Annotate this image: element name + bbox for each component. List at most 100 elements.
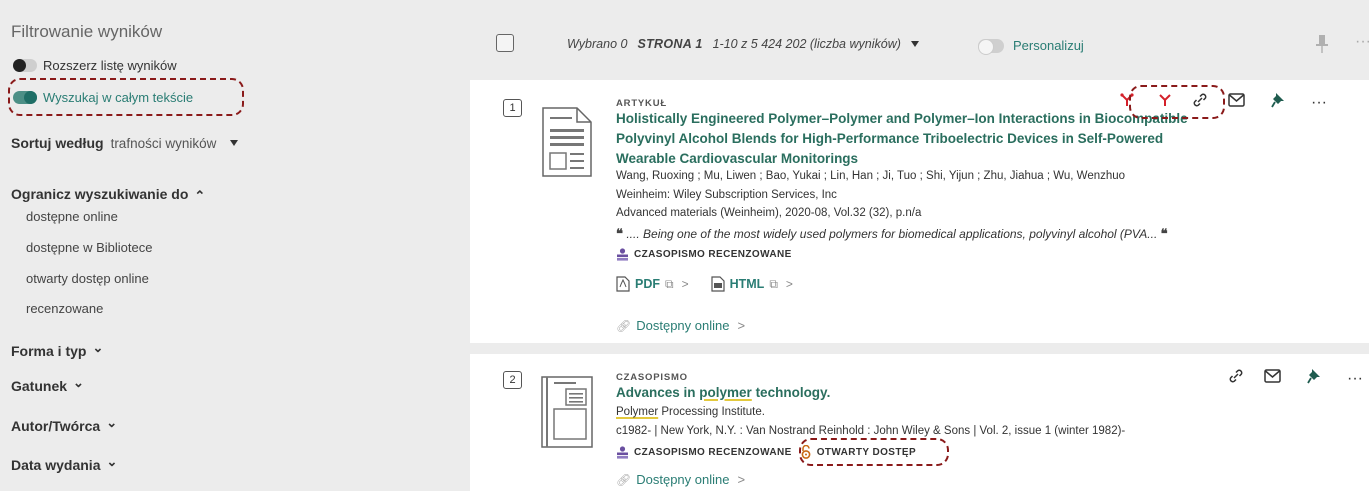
sort-value[interactable]: trafności wyników [111,136,217,151]
toggle-switch-on[interactable] [13,91,37,104]
peer-reviewed-label: CZASOPISMO RECENZOWANE [634,249,792,260]
limit-search-label: Ogranicz wyszukiwanie do [11,185,189,202]
pin-record-icon[interactable] [1271,92,1285,113]
open-access-label: OTWARTY DOSTĘP [816,446,917,458]
link-icon: 🔗︎ [616,472,632,487]
chevron-right-icon: > [785,277,793,291]
section-form-type[interactable]: Forma i typ ⌄ [11,340,103,359]
result-title-line[interactable]: Polyvinyl Alcohol Blends for High-Perfor… [616,129,1188,149]
chevron-down-icon: ⌄ [73,375,84,390]
section-author[interactable]: Autor/Twórca ⌄ [11,415,117,434]
chevron-right-icon: > [737,472,746,487]
result-card[interactable]: 2 CZASOPISMO Advances in polymer technol… [470,354,1369,491]
personalize-switch[interactable] [978,38,1004,55]
result-title[interactable]: Advances in polymer technology. [616,383,830,403]
badges-row: CZASOPISMO RECENZOWANE OTWARTY DOSTĘP [616,445,916,459]
result-title-line[interactable]: Holistically Engineered Polymer–Polymer … [616,109,1188,129]
available-online-label[interactable]: Dostępny online [636,318,729,333]
email-icon[interactable] [1228,93,1245,112]
result-title-line[interactable]: Wearable Cardiovascular Monitorings [616,149,1188,169]
fulltext-links: PDF ⧉ > HTML ⧉ > [616,276,815,292]
pin-icon[interactable] [1316,35,1328,58]
result-actions: ··· [1228,368,1363,389]
expand-results-toggle[interactable]: Rozszerz listę wyników [13,58,177,73]
sort-dropdown-caret-icon[interactable] [230,140,239,146]
more-options-icon[interactable]: ··· [1311,94,1327,112]
quote-open-icon: ❝ [616,226,623,241]
open-access-badge: OTWARTY DOSTĘP [800,445,916,459]
pdf-icon [616,276,630,292]
fulltext-search-toggle[interactable]: Wyszukaj w całym tekście [13,90,193,105]
selected-count: Wybrano 0 [567,37,628,51]
result-publisher: Weinheim: Wiley Subscription Services, I… [616,189,837,201]
journal-thumbnail-icon [540,376,594,453]
results-toolbar: Wybrano 0 STRONA 1 1-10 z 5 424 202 (lic… [470,18,1369,73]
facet-peer-reviewed[interactable]: recenzowane [26,301,103,316]
expand-results-label: Rozszerz listę wyników [43,58,177,73]
facet-open-access[interactable]: otwarty dostęp online [26,271,149,286]
pdf-label[interactable]: PDF [635,277,660,291]
email-icon[interactable] [1264,369,1281,388]
section-form-type-label: Forma i typ [11,343,87,359]
pin-record-icon[interactable] [1307,368,1321,389]
search-term-highlight[interactable]: polymer [699,385,752,400]
result-authors: Wang, Ruoxing ; Mu, Liwen ; Bao, Yukai ;… [616,170,1126,182]
result-type: ARTYKUŁ [616,98,667,109]
result-snippet: ❝ .... Being one of the most widely used… [616,226,1168,242]
peer-reviewed-badge: CZASOPISMO RECENZOWANE [616,248,792,261]
section-genre[interactable]: Gatunek ⌄ [11,375,84,394]
section-publication-date-label: Data wydania [11,457,101,473]
selection-info: Wybrano 0 STRONA 1 1-10 z 5 424 202 (lic… [567,37,919,51]
results-main: Wybrano 0 STRONA 1 1-10 z 5 424 202 (lic… [470,0,1369,491]
peer-reviewed-label: CZASOPISMO RECENZOWANE [634,446,792,458]
html-file-icon [710,276,725,292]
section-genre-label: Gatunek [11,378,68,394]
section-publication-date[interactable]: Data wydania ⌄ [11,454,118,473]
filter-sidebar: Filtrowanie wyników Rozszerz listę wynik… [0,0,470,491]
chevron-up-icon: ⌃ [194,188,206,203]
result-title[interactable]: Holistically Engineered Polymer–Polymer … [616,109,1188,169]
toggle-switch-off[interactable] [13,59,37,72]
chevron-right-icon: > [681,277,689,291]
filter-title: Filtrowanie wyników [11,22,163,41]
result-source: Advanced materials (Weinheim), 2020-08, … [616,207,922,219]
cited-by-icon[interactable] [1158,93,1172,112]
more-options-icon[interactable]: ··· [1355,33,1369,51]
facet-available-library[interactable]: dostępne w Bibliotece [26,240,152,255]
result-title-pre[interactable]: Advances in [616,385,699,400]
result-number: 2 [503,371,522,389]
sort-control[interactable]: Sortuj według trafności wyników [11,135,239,151]
results-range: 1-10 z 5 424 202 (liczba wyników) [712,37,901,51]
result-card[interactable]: 1 ARTYKUŁ Holistically Engineered Polyme… [470,80,1369,343]
peer-reviewed-icon [617,248,628,261]
sort-label: Sortuj według [11,135,104,151]
limit-search-heading[interactable]: Ogranicz wyszukiwanie do ⌃ [11,183,205,204]
more-options-icon[interactable]: ··· [1347,370,1363,388]
link-icon[interactable] [1192,92,1208,113]
result-snippet-text: .... Being one of the most widely used p… [626,227,1158,241]
citation-trail-icon[interactable] [1120,93,1134,112]
available-online-link[interactable]: 🔗︎ Dostępny online > [616,472,745,487]
select-all-checkbox[interactable] [496,34,514,52]
pdf-link[interactable]: PDF ⧉ > [616,276,689,292]
available-online-link[interactable]: 🔗︎ Dostępny online > [616,318,745,333]
section-author-label: Autor/Twórca [11,418,101,434]
personalize-toggle[interactable]: Personalizuj [978,38,1084,55]
facet-available-online[interactable]: dostępne online [26,209,118,224]
article-thumbnail-icon [540,107,592,182]
page-indicator: STRONA 1 [637,37,703,51]
personalize-label: Personalizuj [1013,38,1084,53]
available-online-label[interactable]: Dostępny online [636,472,729,487]
link-icon: 🔗︎ [616,318,632,333]
result-details: c1982- | New York, N.Y. : Van Nostrand R… [616,425,1126,437]
search-term-highlight: Polymer [616,406,659,418]
chevron-down-icon: ⌄ [106,454,118,469]
result-number: 1 [503,99,522,117]
result-title-post[interactable]: technology. [752,385,831,400]
link-icon[interactable] [1228,368,1244,389]
html-label[interactable]: HTML [730,277,765,291]
html-link[interactable]: HTML ⧉ > [710,276,793,292]
peer-reviewed-icon [617,445,628,459]
result-type: CZASOPISMO [616,372,688,383]
range-dropdown-caret-icon[interactable] [910,41,919,47]
